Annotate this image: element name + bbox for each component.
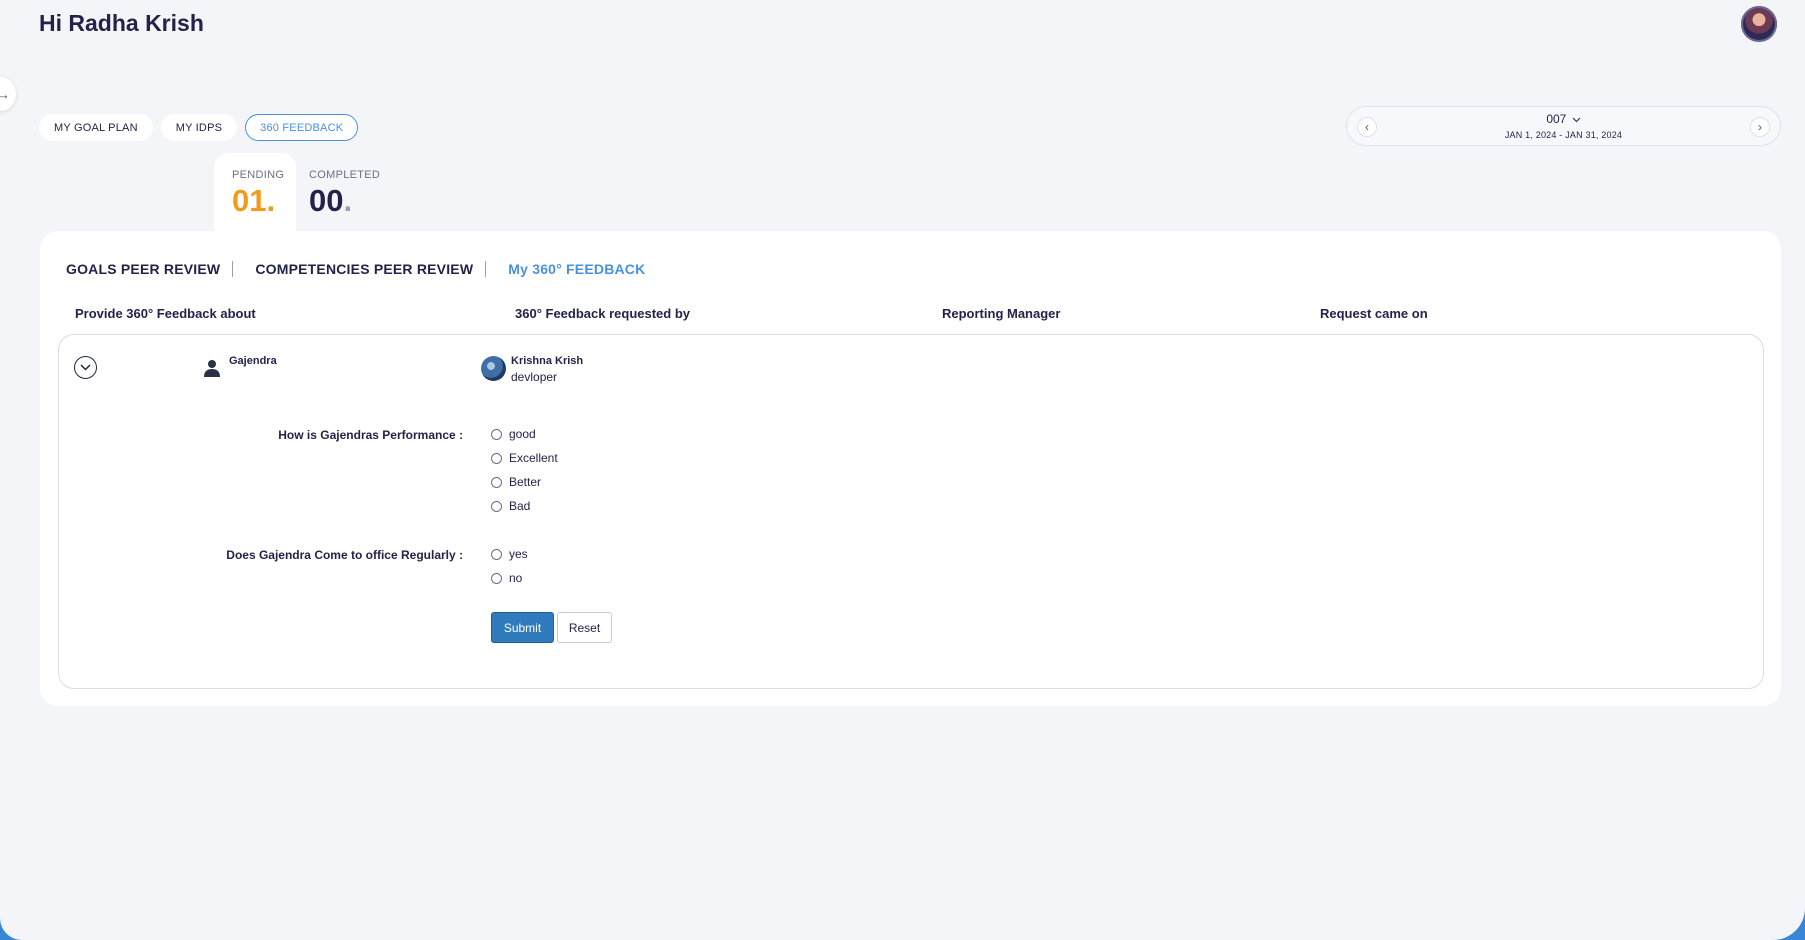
subtab-divider [485,261,487,277]
feedback-card: GOALS PEER REVIEW COMPETENCIES PEER REVI… [40,231,1781,706]
question-attendance-label: Does Gajendra Come to office Regularly : [226,548,463,562]
pill-my-goal-plan[interactable]: MY GOAL PLAN [39,114,153,141]
column-header-feedback-about: Provide 360° Feedback about [75,306,256,321]
requester-avatar [481,356,506,381]
option-label: Better [509,475,542,489]
pending-value: 01 [232,183,267,218]
subtabs: GOALS PEER REVIEW COMPETENCIES PEER REVI… [66,261,645,277]
option-label: no [509,571,523,585]
radio-no[interactable] [491,572,502,584]
tab-pending[interactable]: PENDING 01. [214,153,296,233]
sidebar-toggle-button[interactable]: → [0,77,16,111]
option-label: yes [509,547,528,561]
subtab-goals-peer-review[interactable]: GOALS PEER REVIEW [66,261,220,277]
radio-yes[interactable] [491,548,502,560]
completed-label: COMPLETED [309,169,381,181]
option-label: Bad [509,499,531,513]
pending-count: 01. [232,183,296,219]
radio-excellent[interactable] [491,452,502,464]
chevron-right-icon: › [1758,120,1762,134]
column-header-requested-by: 360° Feedback requested by [515,306,690,321]
subtab-my-360-feedback[interactable]: My 360° FEEDBACK [508,261,645,277]
pending-dot: . [266,183,276,218]
subject-name: Gajendra [229,355,277,367]
reset-button[interactable]: Reset [557,612,612,643]
chevron-down-icon [1572,117,1581,123]
radio-good[interactable] [491,428,502,440]
option-no[interactable]: no [491,571,522,585]
pending-label: PENDING [232,169,285,181]
option-better[interactable]: Better [491,475,541,489]
completed-count: 00. [309,183,381,219]
person-icon [204,360,220,377]
pill-my-idps[interactable]: MY IDPS [160,114,238,141]
subtab-competencies-peer-review[interactable]: COMPETENCIES PEER REVIEW [255,261,473,277]
user-avatar[interactable] [1741,6,1777,42]
main-nav-pills: MY GOAL PLAN MY IDPS 360 FEEDBACK [39,114,359,141]
chevron-down-icon [80,364,91,371]
period-selector: ‹ 007 JAN 1, 2024 - JAN 31, 2024 › [1346,106,1781,146]
submit-button[interactable]: Submit [491,612,554,643]
tab-completed[interactable]: COMPLETED 00. [291,153,381,233]
arrow-right-icon: → [0,86,10,102]
expand-row-button[interactable] [74,356,97,379]
completed-dot: . [343,183,353,218]
column-header-request-date: Request came on [1320,306,1428,321]
option-bad[interactable]: Bad [491,499,530,513]
option-yes[interactable]: yes [491,547,528,561]
radio-bad[interactable] [491,500,502,512]
option-label: good [509,427,536,441]
period-range: JAN 1, 2024 - JAN 31, 2024 [1504,130,1623,140]
column-header-reporting-manager: Reporting Manager [942,306,1061,321]
option-good[interactable]: good [491,427,536,441]
option-label: Excellent [509,451,558,465]
app-frame: Hi Radha Krish → MY GOAL PLAN MY IDPS 36… [0,0,1805,940]
period-code: 007 [1546,112,1567,126]
period-code-dropdown[interactable]: 007 [1347,112,1780,126]
option-excellent[interactable]: Excellent [491,451,558,465]
pill-360-feedback[interactable]: 360 FEEDBACK [245,114,359,141]
question-performance-label: How is Gajendras Performance : [278,428,463,442]
subtab-divider [232,261,234,277]
requester-name: Krishna Krish [511,355,584,367]
completed-value: 00 [309,183,344,218]
requester-role: devloper [511,370,558,384]
page-greeting: Hi Radha Krish [39,10,204,36]
table-row: Gajendra Krishna Krish devloper How is G… [58,334,1764,689]
period-next-button[interactable]: › [1750,117,1770,137]
radio-better[interactable] [491,476,502,488]
